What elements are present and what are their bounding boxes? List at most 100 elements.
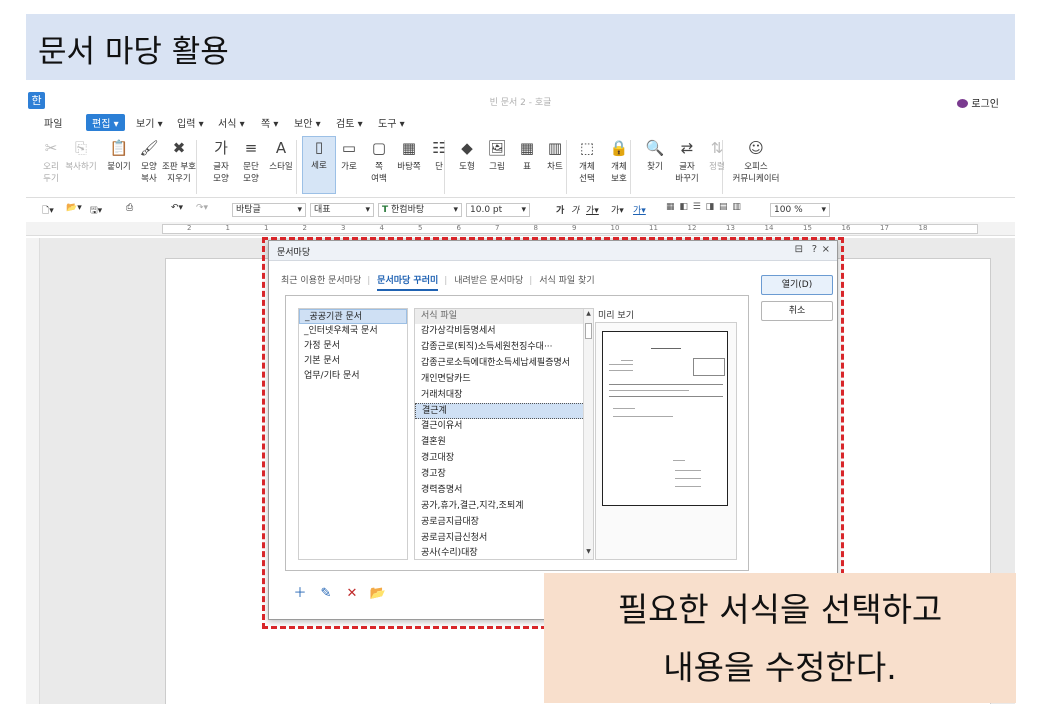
ribbon-label: 스타일 xyxy=(269,162,293,172)
ribbon-button-style[interactable]: A 스타일 xyxy=(264,138,298,173)
ruler-mark: 11 xyxy=(649,224,658,232)
folder-icon[interactable]: 📂 xyxy=(369,585,387,603)
ribbon-label: 차트 xyxy=(547,162,563,172)
strike-icon[interactable]: 가▾ xyxy=(611,203,624,216)
ribbon-button-picture[interactable]: 🖼 그림 xyxy=(480,138,514,173)
open-button[interactable]: 열기(D) xyxy=(761,275,833,295)
ruler-mark: 1 xyxy=(264,224,269,232)
menu-page[interactable]: 쪽 ▾ xyxy=(261,115,278,130)
undo-icon[interactable]: ↶▾ xyxy=(171,203,183,213)
menu-format[interactable]: 서식 ▾ xyxy=(218,115,245,130)
style-select[interactable]: 바탕글 ▾ xyxy=(232,203,306,217)
menu-review[interactable]: 검토 ▾ xyxy=(336,115,363,130)
language-select[interactable]: 대표 ▾ xyxy=(310,203,374,217)
file-item[interactable]: 갑종근로(퇴직)소득세원천징수대··· xyxy=(415,340,593,356)
ribbon-button-portrait[interactable]: ▯ 세로 xyxy=(302,136,336,194)
callout-line-1: 필요한 서식을 선택하고 xyxy=(617,590,943,629)
category-item[interactable]: 업무/기타 문서 xyxy=(299,369,407,384)
tab-find-template[interactable]: 서식 파일 찾기 xyxy=(539,273,594,286)
ribbon-button-format-painter[interactable]: 🖌 모양 복사 xyxy=(132,138,166,185)
ribbon-button-protect-object[interactable]: 🔒 개체 보호 xyxy=(602,138,636,185)
file-item[interactable]: 경고장 xyxy=(415,467,593,483)
add-icon[interactable]: ＋ xyxy=(291,585,309,603)
ruler-mark: 1 xyxy=(225,224,230,232)
file-list-scrollbar[interactable]: ▲ ▼ xyxy=(583,309,593,559)
ribbon-button-landscape[interactable]: ▭ 가로 xyxy=(332,138,366,173)
file-item[interactable]: 공사(수리)대장 xyxy=(415,546,593,559)
ribbon-button-replace[interactable]: ⇄ 글자 바꾸기 xyxy=(670,138,704,185)
menu-insert[interactable]: 입력 ▾ xyxy=(177,115,204,130)
tab-recent[interactable]: 최근 이용한 문서마당 xyxy=(281,273,361,286)
help-button[interactable]: ? xyxy=(812,244,817,255)
file-item[interactable]: 감가상각비등명세서 xyxy=(415,324,593,340)
ribbon-button-select-object[interactable]: ⬚ 개체 선택 xyxy=(570,138,604,185)
save-icon[interactable]: 🖫▾ xyxy=(90,203,102,219)
ribbon-button-find[interactable]: 🔍 찾기 xyxy=(638,138,672,173)
login-button[interactable]: 로그인 xyxy=(957,95,999,110)
menu-security[interactable]: 보안 ▾ xyxy=(294,115,321,130)
italic-icon[interactable]: 가 xyxy=(571,203,579,216)
tab-package[interactable]: 문서마당 꾸러미 xyxy=(377,273,439,291)
file-item[interactable]: 결혼원 xyxy=(415,435,593,451)
ribbon-button-margin[interactable]: ▢ 쪽 여백 xyxy=(362,138,396,185)
ruler-scale: 2 1 1 2 3 4 5 6 7 8 9 10 11 12 13 14 15 16 17 18 xyxy=(162,224,978,234)
delete-icon[interactable]: ✕ xyxy=(343,585,361,603)
category-item[interactable]: 기본 문서 xyxy=(299,354,407,369)
print-icon[interactable]: ⎙ xyxy=(126,203,133,213)
ribbon-button-copy[interactable]: ⎘ 복사하기 xyxy=(64,138,98,173)
chart-icon: ▥ xyxy=(547,139,563,157)
shape-icon: ◆ xyxy=(461,139,473,157)
close-button[interactable]: × xyxy=(822,244,830,255)
file-item[interactable]: 경력증명서 xyxy=(415,483,593,499)
bold-icon[interactable]: 가 xyxy=(556,203,564,216)
ribbon-button-chart[interactable]: ▥ 차트 xyxy=(538,138,572,173)
cancel-button[interactable]: 취소 xyxy=(761,301,833,321)
underline-icon[interactable]: 가▾ xyxy=(586,203,599,216)
font-size-select[interactable]: 10.0 pt ▾ xyxy=(466,203,530,217)
font-color-icon[interactable]: 가▾ xyxy=(633,203,646,216)
scroll-thumb[interactable] xyxy=(585,323,592,339)
ribbon-label: 쪽 여백 xyxy=(371,162,387,184)
file-item[interactable]: 공로금지급대장 xyxy=(415,515,593,531)
ribbon-button-clear-codes[interactable]: ✖ 조판 부호 지우기 xyxy=(162,138,196,185)
ruler-mark: 2 xyxy=(187,224,192,232)
category-item[interactable]: 가정 문서 xyxy=(299,339,407,354)
scroll-down-icon[interactable]: ▼ xyxy=(584,548,593,558)
category-item[interactable]: _인터넷우체국 문서 xyxy=(299,324,407,339)
menu-file[interactable]: 파일 xyxy=(44,115,62,130)
file-item[interactable]: 갑종근로소득에대한소득세납세필증명서 xyxy=(415,356,593,372)
file-item[interactable]: 거래처대장 xyxy=(415,388,593,404)
font-select[interactable]: T 한컴바탕 ▾ xyxy=(378,203,462,217)
scroll-up-icon[interactable]: ▲ xyxy=(584,310,593,320)
zoom-select[interactable]: 100 % ▾ xyxy=(770,203,830,217)
restore-icon[interactable]: ⊟ xyxy=(795,244,803,255)
ribbon-button-char-shape[interactable]: 가 글자 모양 xyxy=(204,138,238,185)
ribbon-button-scissors[interactable]: ✂ 오리 두기 xyxy=(34,138,68,185)
new-doc-icon[interactable]: 🗋▾ xyxy=(42,203,54,219)
file-item[interactable]: 개인면담카드 xyxy=(415,372,593,388)
edit-icon[interactable]: ✎ xyxy=(317,585,335,603)
ruler-mark: 6 xyxy=(456,224,461,232)
tab-downloaded[interactable]: 내려받은 문서마당 xyxy=(454,273,523,286)
window-title: 빈 문서 2 - 호글 xyxy=(489,98,552,108)
ribbon-button-communicator[interactable]: ☺ 오피스 커뮤니케이터 xyxy=(728,138,784,185)
menu-tools[interactable]: 도구 ▾ xyxy=(378,115,405,130)
menu-view[interactable]: 보기 ▾ xyxy=(136,115,163,130)
category-item[interactable]: _공공기관 문서 xyxy=(299,309,407,324)
file-item[interactable]: 공로금지급신청서 xyxy=(415,531,593,547)
menu-edit[interactable]: 편집 ▾ xyxy=(86,114,125,131)
ribbon-button-paste[interactable]: 📋 붙이기 xyxy=(102,138,136,173)
file-item[interactable]: 경고대장 xyxy=(415,451,593,467)
open-icon[interactable]: 📂▾ xyxy=(66,203,82,213)
ribbon-button-shape[interactable]: ◆ 도형 xyxy=(450,138,484,173)
sort-icon: ⇅ xyxy=(710,139,724,157)
file-item[interactable]: 결근이유서 xyxy=(415,419,593,435)
dialog-tabs: 최근 이용한 문서마당 | 문서마당 꾸러미 | 내려받은 문서마당 | 서식 파일 … xyxy=(281,273,597,291)
para-shape-icon: ≡ xyxy=(244,139,258,157)
file-item-selected[interactable]: 결근계 xyxy=(415,403,593,420)
ribbon-button-para-shape[interactable]: ≡ 문단 모양 xyxy=(234,138,268,185)
ribbon-button-master-page[interactable]: ▦ 바탕쪽 xyxy=(392,138,426,173)
redo-icon[interactable]: ↷▾ xyxy=(196,203,208,213)
file-item[interactable]: 공가,휴가,결근,지각,조퇴계 xyxy=(415,499,593,515)
align-icons[interactable]: ▦ ◧ ☰ ◨ ▤ ▥ xyxy=(666,202,742,212)
